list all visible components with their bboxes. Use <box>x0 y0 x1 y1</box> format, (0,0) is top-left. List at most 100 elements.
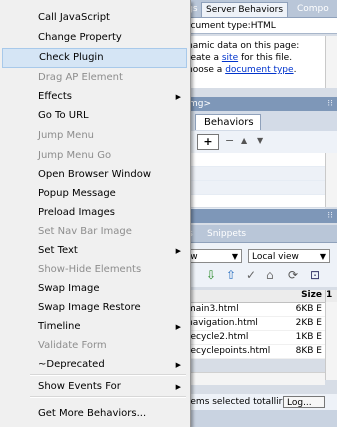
menu-item-label: Call JavaScript <box>38 12 110 23</box>
menu-item-label: Drag AP Element <box>38 72 123 83</box>
menu-item-check-plugin[interactable]: Check Plugin <box>2 48 187 68</box>
tab-server-behaviors[interactable]: Server Behaviors <box>201 2 289 17</box>
tab-snippets[interactable]: Snippets <box>203 227 250 241</box>
menu-item-show-hide-elements: Show-Hide Elements <box>2 260 187 280</box>
list-item[interactable] <box>175 195 325 209</box>
menu-item-label: Set Text <box>38 245 78 256</box>
server-panel-scrollbar[interactable] <box>325 36 337 88</box>
menu-item-swap-image[interactable]: Swap Image <box>2 279 187 299</box>
menu-item-label: Popup Message <box>38 188 116 199</box>
file-name: main3.html <box>187 304 239 314</box>
files-panel-header[interactable]: ⁝⁝ <box>175 209 337 223</box>
menu-item-label: Show-Hide Elements <box>38 264 142 275</box>
menu-item-label: Validate Form <box>38 340 107 351</box>
chevron-down-icon: ▼ <box>231 252 238 261</box>
log-button[interactable]: Log... <box>283 396 325 408</box>
menu-item-label: Swap Image Restore <box>38 302 141 313</box>
file-name: recycle2.html <box>187 332 249 342</box>
menu-item-call-javascript[interactable]: Call JavaScript <box>2 8 187 28</box>
file-name: navigation.html <box>187 318 258 328</box>
check-in-icon[interactable]: ⌂ <box>266 268 274 282</box>
size-column-header[interactable]: Size <box>301 290 322 300</box>
remove-event-icon[interactable]: − <box>225 134 234 147</box>
menu-item-label: Jump Menu <box>38 130 95 141</box>
menu-item-validate-form: Validate Form <box>2 336 187 356</box>
menu-item-timeline[interactable]: Timeline ▶ <box>2 317 187 337</box>
move-down-icon[interactable]: ▼ <box>257 136 263 145</box>
menu-item-jump-menu: Jump Menu <box>2 126 187 146</box>
files-table: Size main3.html 6KB E navigation.html 2KB E… <box>175 290 325 359</box>
info-line-1: namic data on this page: <box>187 41 300 51</box>
submenu-arrow-icon: ▶ <box>175 323 181 331</box>
refresh-icon[interactable]: ⟳ <box>288 268 298 282</box>
add-behavior-button[interactable]: + <box>197 134 219 150</box>
menu-item-label: Swap Image <box>38 283 100 294</box>
file-size: 2KB E <box>295 318 322 328</box>
list-item[interactable] <box>175 181 325 195</box>
behaviors-add-menu: Call JavaScript Change Property Check Plug… <box>0 0 191 427</box>
document-type-link[interactable]: document type <box>225 65 293 75</box>
menu-item-popup-message[interactable]: Popup Message <box>2 184 187 204</box>
expand-icon[interactable]: ⊡ <box>310 268 320 282</box>
behaviors-list <box>175 153 325 209</box>
put-files-icon[interactable]: ⇧ <box>226 268 236 282</box>
menu-separator <box>30 374 186 376</box>
submenu-arrow-icon: ▶ <box>175 247 181 255</box>
files-panel-tabs: ets Snippets <box>175 225 337 243</box>
bottom-strip <box>175 410 337 427</box>
menu-item-get-more-behaviors[interactable]: Get More Behaviors... <box>2 404 187 424</box>
menu-item-label: Effects <box>38 91 72 102</box>
chevron-down-icon: ▼ <box>319 252 326 261</box>
menu-item-label: Open Browser Window <box>38 169 152 180</box>
menu-item-open-browser-window[interactable]: Open Browser Window <box>2 165 187 185</box>
files-table-header: Size <box>175 290 325 303</box>
submenu-arrow-icon: ▶ <box>175 383 181 391</box>
menu-item-label: Change Property <box>38 32 122 43</box>
menu-item-label: Jump Menu Go <box>38 150 112 161</box>
list-item[interactable] <box>175 167 325 181</box>
list-item[interactable] <box>175 153 325 167</box>
submenu-arrow-icon: ▶ <box>175 361 181 369</box>
menu-item-change-property[interactable]: Change Property <box>2 28 187 48</box>
view-dropdown[interactable]: Local view ▼ <box>248 249 330 263</box>
menu-item-effects[interactable]: Effects ▶ <box>2 87 187 107</box>
table-row[interactable]: recyclepoints.html 8KB E <box>175 345 325 359</box>
menu-item-go-to-url[interactable]: Go To URL <box>2 106 187 126</box>
behaviors-scrollbar[interactable] <box>325 153 337 207</box>
document-type-line: ocument type:HTML <box>175 18 337 34</box>
file-size: 1KB E <box>295 332 322 342</box>
site-link[interactable]: site <box>222 53 238 63</box>
tag-panel-header[interactable]: mg> ⁝⁝ <box>175 97 337 111</box>
move-up-icon[interactable]: ▲ <box>241 136 247 145</box>
menu-item-set-text[interactable]: Set Text ▶ <box>2 241 187 261</box>
menu-item-drag-ap-element: Drag AP Element <box>2 68 187 88</box>
file-name: recyclepoints.html <box>187 346 271 356</box>
grip-icon: ⁝⁝ <box>327 99 333 109</box>
files-scrollbar[interactable] <box>325 302 337 380</box>
menu-item-show-events-for[interactable]: Show Events For ▶ <box>2 377 187 397</box>
menu-item-swap-image-restore[interactable]: Swap Image Restore <box>2 298 187 318</box>
file-size: 6KB E <box>295 304 322 314</box>
tab-behaviors[interactable]: Behaviors <box>195 114 261 130</box>
file-size: 8KB E <box>295 346 322 356</box>
server-panel-tabs: ings Server Behaviors Compo <box>175 0 337 18</box>
extra-column-header: 1 <box>325 290 337 302</box>
table-row[interactable]: recycle2.html 1KB E <box>175 331 325 345</box>
table-row[interactable]: navigation.html 2KB E <box>175 317 325 331</box>
menu-item-label: ~Deprecated <box>38 359 105 370</box>
grip-icon: ⁝⁝ <box>327 211 333 221</box>
menu-item-label: Timeline <box>38 321 81 332</box>
get-files-icon[interactable]: ⇩ <box>206 268 216 282</box>
table-row[interactable]: main3.html 6KB E <box>175 303 325 317</box>
menu-item-deprecated[interactable]: ~Deprecated ▶ <box>2 355 187 375</box>
tab-components[interactable]: Compo <box>293 2 333 16</box>
menu-item-jump-menu-go: Jump Menu Go <box>2 146 187 166</box>
check-out-icon[interactable]: ✓ <box>246 268 256 282</box>
menu-item-label: Preload Images <box>38 207 115 218</box>
menu-item-preload-images[interactable]: Preload Images <box>2 203 187 223</box>
info-line-2: reate a site for this file. <box>187 53 293 63</box>
menu-item-label: Check Plugin <box>39 52 104 63</box>
files-horizontal-scrollbar[interactable] <box>175 372 325 385</box>
info-line-3: hoose a document type. <box>187 65 297 75</box>
menu-item-label: Set Nav Bar Image <box>38 226 132 237</box>
